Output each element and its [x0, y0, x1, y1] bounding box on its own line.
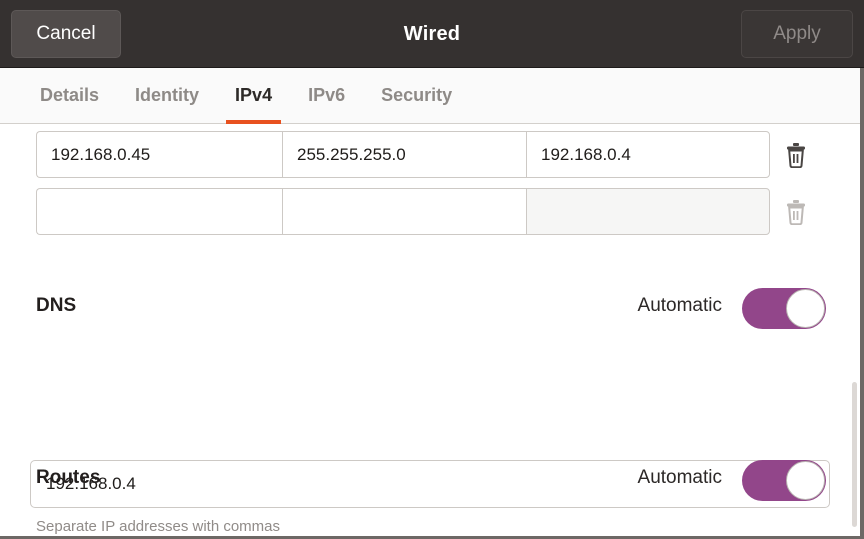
delete-address-row2-button[interactable] [770, 188, 822, 235]
dns-section-header: DNS Automatic [36, 288, 826, 329]
routes-title: Routes [36, 467, 101, 488]
table-row: 192.168.0.45 255.255.255.0 192.168.0.4 [36, 131, 822, 178]
dns-automatic-label: Automatic [637, 295, 722, 316]
address-input-row2[interactable] [36, 188, 282, 235]
tab-details[interactable]: Details [22, 68, 117, 124]
routes-automatic-toggle[interactable] [742, 460, 826, 501]
dns-hint-text: Separate IP addresses with commas [36, 518, 281, 535]
cancel-button[interactable]: Cancel [11, 10, 121, 58]
routes-section-header: Routes Automatic [36, 460, 826, 501]
trash-icon [787, 142, 805, 168]
tab-bar: Details Identity IPv4 IPv6 Security [0, 68, 864, 124]
netmask-input-row1[interactable]: 255.255.255.0 [282, 131, 526, 178]
address-input-row1[interactable]: 192.168.0.45 [36, 131, 282, 178]
titlebar: Wired Cancel Apply [0, 0, 864, 68]
scrollbar-thumb[interactable] [852, 382, 857, 527]
delete-address-row1-button[interactable] [770, 131, 822, 178]
window-title: Wired [403, 23, 461, 45]
routes-automatic-label: Automatic [637, 467, 722, 488]
ipv4-settings-panel: 192.168.0.45 255.255.255.0 192.168.0.4 D… [0, 124, 864, 539]
tab-ipv4[interactable]: IPv4 [217, 68, 290, 124]
toggle-knob [786, 289, 825, 328]
tab-list: Details Identity IPv4 IPv6 Security [22, 68, 470, 124]
network-settings-window: Wired Cancel Apply Details Identity IPv4… [0, 0, 864, 539]
table-row [36, 188, 822, 235]
toggle-knob [786, 461, 825, 500]
dns-automatic-toggle[interactable] [742, 288, 826, 329]
dns-title: DNS [36, 295, 77, 316]
addresses-table: 192.168.0.45 255.255.255.0 192.168.0.4 [36, 131, 822, 245]
gateway-input-row2[interactable] [526, 188, 770, 235]
tab-ipv6[interactable]: IPv6 [290, 68, 363, 124]
tab-security[interactable]: Security [363, 68, 470, 124]
tab-identity[interactable]: Identity [117, 68, 217, 124]
window-edge-right [860, 68, 864, 539]
gateway-input-row1[interactable]: 192.168.0.4 [526, 131, 770, 178]
apply-button[interactable]: Apply [741, 10, 853, 58]
netmask-input-row2[interactable] [282, 188, 526, 235]
trash-icon [787, 199, 805, 225]
